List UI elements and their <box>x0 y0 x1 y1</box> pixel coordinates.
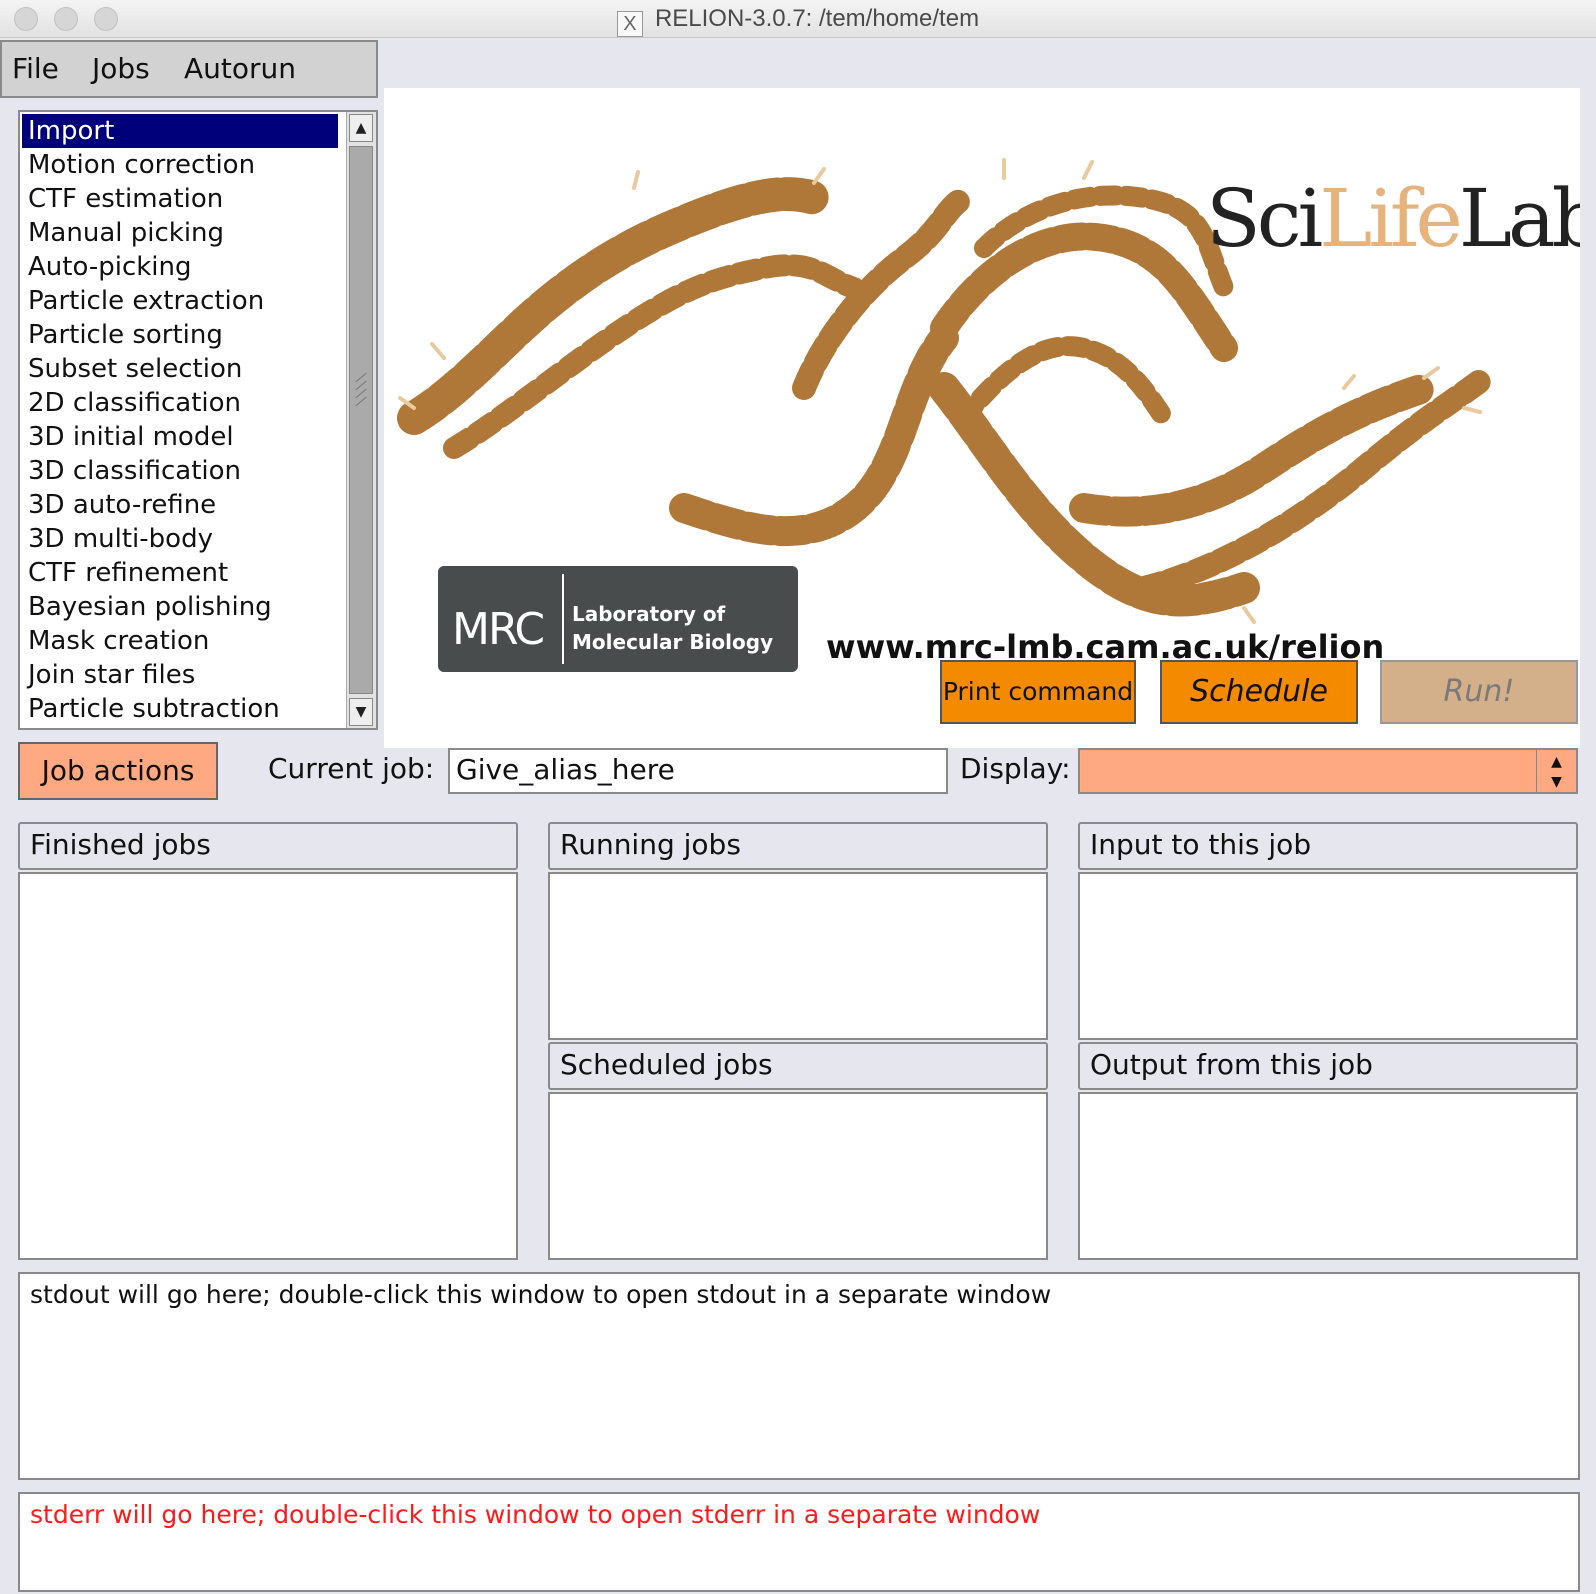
job-type-3d-multi-body[interactable]: 3D multi-body <box>22 522 338 556</box>
mrc-logo-text: MRC <box>452 604 545 655</box>
job-type-subset-selection[interactable]: Subset selection <box>22 352 338 386</box>
job-type-list[interactable]: Import Motion correction CTF estimation … <box>18 110 378 730</box>
schedule-button[interactable]: Schedule <box>1160 660 1358 724</box>
finished-jobs-header: Finished jobs <box>18 822 518 870</box>
scilifelab-logo: SciLifeLab <box>1206 172 1580 265</box>
menu-file[interactable]: File <box>12 52 59 85</box>
job-type-2d-classification[interactable]: 2D classification <box>22 386 338 420</box>
job-list-scrollbar[interactable]: ▲ ▼ <box>346 112 376 728</box>
job-type-mask-creation[interactable]: Mask creation <box>22 624 338 658</box>
job-type-motion-correction[interactable]: Motion correction <box>22 148 338 182</box>
job-type-3d-classification[interactable]: 3D classification <box>22 454 338 488</box>
window-title: RELION-3.0.7: /tem/home/tem <box>654 5 980 32</box>
stderr-window[interactable]: stderr will go here; double-click this w… <box>18 1492 1580 1592</box>
job-type-ctf-estimation[interactable]: CTF estimation <box>22 182 338 216</box>
stdout-window[interactable]: stdout will go here; double-click this w… <box>18 1272 1580 1480</box>
job-actions-button[interactable]: Job actions <box>18 742 218 800</box>
menu-autorun[interactable]: Autorun <box>184 52 296 85</box>
mrc-lab-name: Laboratory of Molecular Biology <box>572 602 774 654</box>
menu-jobs[interactable]: Jobs <box>92 52 150 85</box>
running-jobs-list[interactable] <box>548 872 1048 1040</box>
scheduled-jobs-header: Scheduled jobs <box>548 1042 1048 1090</box>
scroll-up-icon[interactable]: ▲ <box>349 114 373 142</box>
window-title-area: X RELION-3.0.7: /tem/home/tem <box>0 5 1596 37</box>
scroll-down-icon[interactable]: ▼ <box>349 698 373 726</box>
job-type-ctf-refinement[interactable]: CTF refinement <box>22 556 338 590</box>
finished-jobs-list[interactable] <box>18 872 518 1260</box>
select-updown-icon[interactable]: ▲ ▼ <box>1536 750 1576 792</box>
menu-bar: File Jobs Autorun <box>0 40 378 98</box>
job-type-particle-subtraction[interactable]: Particle subtraction <box>22 692 338 726</box>
run-button[interactable]: Run! <box>1380 660 1578 724</box>
running-jobs-header: Running jobs <box>548 822 1048 870</box>
current-job-input[interactable]: Give_alias_here <box>448 748 948 794</box>
scheduled-jobs-list[interactable] <box>548 1092 1048 1260</box>
job-type-join-star-files[interactable]: Join star files <box>22 658 338 692</box>
mrc-logo: MRC Laboratory of Molecular Biology <box>438 566 798 672</box>
output-from-job-header: Output from this job <box>1078 1042 1578 1090</box>
current-job-label: Current job: <box>268 752 435 785</box>
relion-banner: SciLifeLab MRC Laboratory of Molecular B… <box>384 88 1580 748</box>
job-type-particle-sorting[interactable]: Particle sorting <box>22 318 338 352</box>
job-type-3d-auto-refine[interactable]: 3D auto-refine <box>22 488 338 522</box>
job-type-particle-extraction[interactable]: Particle extraction <box>22 284 338 318</box>
print-command-button[interactable]: Print command <box>940 660 1136 724</box>
title-bar: X RELION-3.0.7: /tem/home/tem <box>0 0 1596 38</box>
x11-icon: X <box>616 11 643 37</box>
input-to-job-header: Input to this job <box>1078 822 1578 870</box>
scroll-thumb[interactable] <box>349 146 373 694</box>
job-type-3d-initial-model[interactable]: 3D initial model <box>22 420 338 454</box>
mrc-logo-divider <box>562 574 564 664</box>
input-to-job-list[interactable] <box>1078 872 1578 1040</box>
display-label: Display: <box>960 752 1071 785</box>
job-type-import[interactable]: Import <box>22 114 338 148</box>
display-select[interactable]: ▲ ▼ <box>1078 748 1578 794</box>
output-from-job-list[interactable] <box>1078 1092 1578 1260</box>
job-type-bayesian-polishing[interactable]: Bayesian polishing <box>22 590 338 624</box>
job-type-auto-picking[interactable]: Auto-picking <box>22 250 338 284</box>
job-type-manual-picking[interactable]: Manual picking <box>22 216 338 250</box>
